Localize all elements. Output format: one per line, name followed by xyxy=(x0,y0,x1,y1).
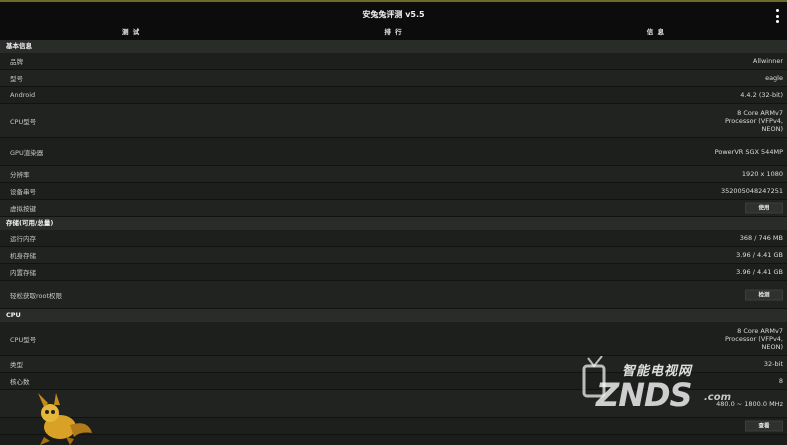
row-value: eagle xyxy=(765,74,783,82)
row-android: Android 4.4.2 (32-bit) xyxy=(0,87,787,104)
row-brand: 品牌 Allwinner xyxy=(0,53,787,70)
row-value: 368 / 746 MB xyxy=(739,234,783,242)
row-ram: 运行内存 368 / 746 MB xyxy=(0,230,787,247)
row-label: 核心数 xyxy=(10,378,30,386)
row-value: 352005048247251 xyxy=(720,187,783,195)
znds-watermark: 智能电视网 ZNDS .com xyxy=(582,346,742,416)
row-value: PowerVR SGX 544MP xyxy=(714,147,783,156)
row-label: Android xyxy=(10,91,36,99)
view-button[interactable]: 查看 xyxy=(745,420,783,432)
row-label: CPU型号 xyxy=(10,335,37,344)
row-model: 型号 eagle xyxy=(0,70,787,87)
row-value: 1920 x 1080 xyxy=(741,170,783,178)
row-label: 机身存储 xyxy=(10,252,36,260)
section-cpu-title: CPU xyxy=(0,309,787,322)
row-value: 4.4.2 (32-bit) xyxy=(740,91,783,99)
row-cpu-model: CPU型号 8 Core ARMv7 Processor (VFPv4, NEO… xyxy=(0,104,787,138)
row-value: 8 Core ARMv7 Processor (VFPv4, NEON) xyxy=(724,108,783,133)
overflow-menu-icon[interactable] xyxy=(773,9,781,23)
row-value: 8 xyxy=(778,377,783,385)
row-virtual-keys: 虚拟按键 使用 xyxy=(0,200,787,217)
row-label: 分辨率 xyxy=(10,171,30,179)
row-internal-storage: 内置存储 3.96 / 4.41 GB xyxy=(0,264,787,281)
row-value: 3.96 / 4.41 GB xyxy=(736,251,783,259)
row-value: Allwinner xyxy=(752,57,783,65)
antutu-bunny-logo xyxy=(38,393,92,445)
row-value: 3.96 / 4.41 GB xyxy=(736,268,783,276)
row-label: 内置存储 xyxy=(10,269,36,277)
row-view: 查看 xyxy=(0,418,787,435)
row-resolution: 分辨率 1920 x 1080 xyxy=(0,166,787,183)
row-value: 32-bit xyxy=(763,360,783,368)
row-label: 品牌 xyxy=(10,58,23,66)
section-storage-title: 存储(可用/总量) xyxy=(0,217,787,230)
row-label: GPU渲染器 xyxy=(10,148,44,157)
check-button[interactable]: 检测 xyxy=(745,289,783,300)
row-gpu: GPU渲染器 PowerVR SGX 544MP xyxy=(0,138,787,166)
section-basic-title: 基本信息 xyxy=(0,40,787,53)
row-imei: 设备串号 352005048247251 xyxy=(0,183,787,200)
row-device-storage: 机身存储 3.96 / 4.41 GB xyxy=(0,247,787,264)
row-label: CPU型号 xyxy=(10,117,37,126)
row-label: 型号 xyxy=(10,75,23,83)
row-label: 轻松获取root权限 xyxy=(10,291,63,300)
row-root: 轻松获取root权限 检测 xyxy=(0,281,787,309)
row-label: 运行内存 xyxy=(10,235,36,243)
row-label: 设备串号 xyxy=(10,188,36,196)
watermark-domain-text: .com xyxy=(704,392,732,403)
app-window: 安兔兔评测 v5.5 测 试 排 行 信 息 基本信息 品牌 Allwinner… xyxy=(0,0,787,445)
row-label: 类型 xyxy=(10,361,23,369)
top-bar: 安兔兔评测 v5.5 测 试 排 行 信 息 xyxy=(0,0,787,40)
watermark-en-text: ZNDS xyxy=(596,376,693,414)
row-label: 虚拟按键 xyxy=(10,205,36,213)
use-button[interactable]: 使用 xyxy=(745,202,783,214)
app-title: 安兔兔评测 v5.5 xyxy=(362,10,425,19)
